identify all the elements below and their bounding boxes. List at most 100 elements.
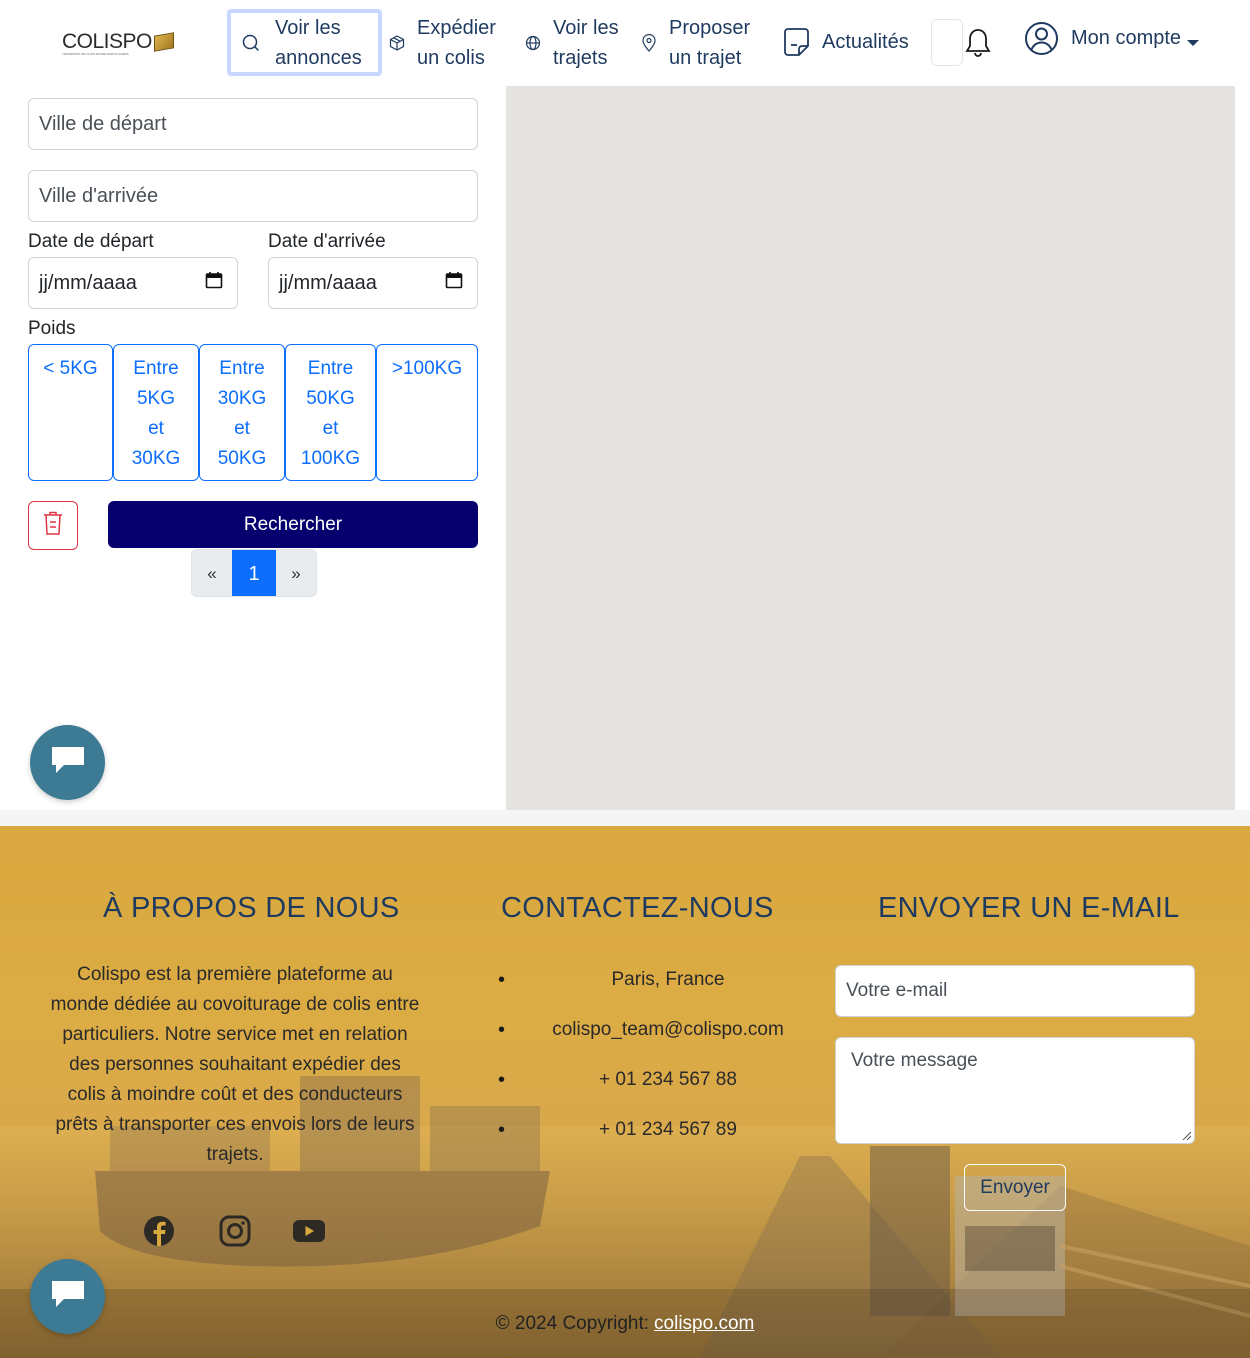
youtube-icon[interactable] [292,1214,326,1248]
weight-option-label: 50KG [217,448,267,469]
weight-option-30-50kg[interactable]: Entre 30KG et 50KG [199,344,285,481]
trash-icon [42,510,64,541]
arrival-date-label: Date d'arrivée [268,231,386,252]
nav-label-line: un trajet [669,47,742,69]
copyright-text: © 2024 Copyright: [495,1312,650,1334]
contact-phone-1[interactable]: + 01 234 567 88 [498,1066,818,1116]
date-placeholder: jj/mm/aaaa [39,271,137,294]
account-label: Mon compte [1071,27,1182,49]
chat-icon [50,1279,86,1314]
facebook-icon[interactable] [142,1214,176,1248]
logo-text: COLISPO [62,30,152,53]
contact-email[interactable]: colispo_team@colispo.com [498,1016,818,1066]
departure-date-label: Date de départ [28,231,154,252]
weight-label: Poids [28,318,76,339]
weight-option-over-100kg[interactable]: >100KG [376,344,478,481]
reset-filters-button[interactable] [28,501,78,550]
chevron-down-icon [1187,39,1200,46]
nav-label-line: trajets [553,47,608,69]
about-text: Colispo est la première plateforme au mo… [50,964,420,1165]
footer: À PROPOS DE NOUS CONTACTEZ-NOUS ENVOYER … [0,826,1250,1358]
footer-email-placeholder: Votre e-mail [846,980,948,1001]
contact-address: Paris, France [498,966,818,1016]
pagination-prev[interactable]: « [192,550,232,596]
weight-option-label: 30KG [131,448,181,469]
map-area[interactable] [506,86,1235,810]
weight-option-label: 50KG [306,388,355,409]
nav-label-line: annonces [275,46,362,69]
weight-option-label: Entre [307,358,354,379]
departure-city-placeholder: Ville de départ [39,112,167,135]
contact-title: CONTACTEZ-NOUS [501,892,774,924]
weight-option-label: Entre [219,358,265,379]
weight-option-under-5kg[interactable]: < 5KG [28,344,113,481]
package-icon [389,35,405,51]
nav-label-line: Voir les [553,17,619,39]
weight-option-50-100kg[interactable]: Entre 50KG et 100KG [285,344,376,481]
nav-expedier-colis[interactable]: Expédier un colis [389,13,496,73]
blank-toggle-button[interactable] [931,19,963,66]
weight-option-label: 100KG [300,448,361,469]
nav-voir-trajets-label: Voir les trajets [553,13,619,73]
map-pin-icon [641,34,657,52]
nav-voir-annonces-label: Voir les annonces [275,13,362,73]
copyright-link[interactable]: colispo.com [654,1313,754,1335]
footer-message-placeholder: Votre message [851,1050,978,1071]
nav-actualites-label: Actualités [822,31,909,53]
nav-label-line: Expédier [417,17,496,39]
departure-date-input[interactable]: jj/mm/aaaa [28,257,238,309]
arrival-city-placeholder: Ville d'arrivée [39,184,159,207]
calendar-icon[interactable] [445,271,463,295]
email-title: ENVOYER UN E-MAIL [878,892,1180,924]
document-icon [783,27,810,57]
package-logo-icon [153,32,174,52]
arrival-date-input[interactable]: jj/mm/aaaa [268,257,478,309]
weight-option-label: 30KG [217,388,267,409]
resize-grip-icon[interactable] [1181,1130,1191,1140]
weight-option-label: < 5KG [43,358,98,379]
nav-label-line: un colis [417,47,485,69]
contact-phone-2[interactable]: + 01 234 567 89 [498,1116,818,1166]
nav-proposer-trajet[interactable]: Proposer un trajet [641,13,750,73]
contact-list: Paris, France colispo_team@colispo.com +… [498,966,818,1166]
chat-icon [50,745,86,780]
nav-label-line: Voir les [275,16,341,39]
colispo-logo[interactable]: COLISPO TRANSPORT DE COLIS ENTRE PARTICU… [62,30,174,56]
weight-filter-group: < 5KG Entre 5KG et 30KG Entre 30KG et 50… [28,344,478,481]
account-menu[interactable]: Mon compte [1024,21,1200,56]
nav-voir-trajets[interactable]: Voir les trajets [525,13,619,73]
weight-option-5-30kg[interactable]: Entre 5KG et 30KG [113,344,199,481]
chat-button[interactable] [30,725,105,800]
about-title: À PROPOS DE NOUS [103,892,400,924]
logo-tagline: TRANSPORT DE COLIS ENTRE PARTICULIERS [62,52,129,56]
pagination: « 1 » [191,549,317,597]
footer-message-textarea[interactable]: Votre message [835,1037,1195,1144]
chat-button-bottom[interactable] [30,1259,105,1334]
weight-option-label: 5KG [136,388,176,409]
bell-icon[interactable] [965,27,991,64]
nav-actualites[interactable]: Actualités [783,27,909,57]
pagination-page-1[interactable]: 1 [232,550,276,596]
weight-option-label: et [148,418,164,439]
globe-icon [525,35,541,51]
search-icon [241,33,261,53]
weight-option-label: et [234,418,250,439]
weight-option-label: et [322,418,339,439]
date-placeholder: jj/mm/aaaa [279,271,377,294]
send-email-button[interactable]: Envoyer [964,1164,1066,1211]
departure-city-input[interactable]: Ville de départ [28,98,478,150]
weight-option-label: >100KG [391,358,463,379]
pagination-next[interactable]: » [276,550,316,596]
footer-email-input[interactable]: Votre e-mail [835,965,1195,1017]
nav-proposer-trajet-label: Proposer un trajet [669,13,750,73]
section-divider [0,810,1250,826]
copyright-bar: © 2024 Copyright: colispo.com [0,1289,1250,1358]
weight-option-label: Entre [133,358,179,379]
top-navbar: COLISPO TRANSPORT DE COLIS ENTRE PARTICU… [0,0,1250,86]
search-button[interactable]: Rechercher [108,501,478,548]
calendar-icon[interactable] [205,271,223,295]
user-circle-icon [1024,21,1059,56]
nav-voir-annonces[interactable]: Voir les annonces [227,9,382,76]
arrival-city-input[interactable]: Ville d'arrivée [28,170,478,222]
instagram-icon[interactable] [218,1214,252,1248]
